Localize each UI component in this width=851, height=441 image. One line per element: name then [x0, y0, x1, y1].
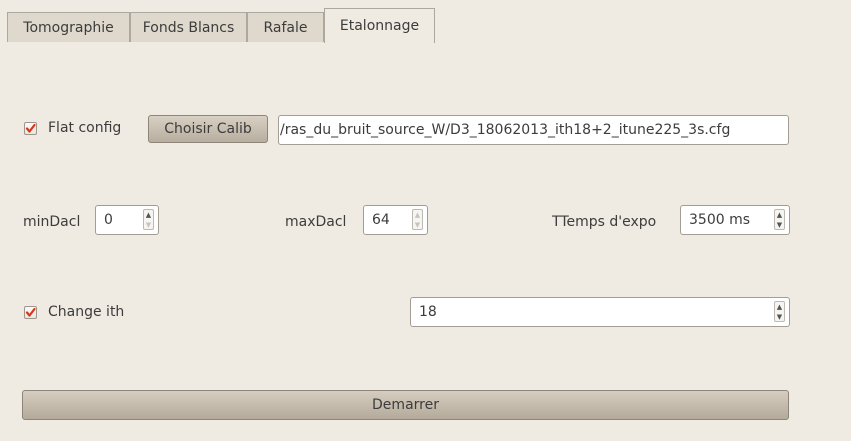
min-dacl-label: minDacl — [23, 214, 81, 230]
arrow-up-icon[interactable]: ▲ — [775, 210, 784, 220]
tab-fonds-blancs[interactable]: Fonds Blancs — [130, 12, 247, 42]
tab-rafale[interactable]: Rafale — [247, 12, 324, 42]
start-button[interactable]: Demarrer — [22, 390, 789, 420]
check-mark-icon — [25, 307, 36, 317]
exposure-time-stepper[interactable]: ▲ ▼ — [774, 209, 785, 230]
arrow-down-icon[interactable]: ▼ — [775, 220, 784, 230]
flat-config-label: Flat config — [48, 120, 122, 136]
arrow-up-icon[interactable]: ▲ — [144, 210, 153, 220]
max-dacl-spinbox[interactable]: 64 ▲ ▼ — [363, 205, 428, 235]
min-dacl-stepper[interactable]: ▲ ▼ — [143, 209, 154, 230]
arrow-up-icon[interactable]: ▲ — [775, 302, 784, 312]
arrow-down-icon[interactable]: ▼ — [144, 220, 153, 230]
ith-value-stepper[interactable]: ▲ ▼ — [774, 301, 785, 322]
change-ith-label: Change ith — [48, 304, 125, 320]
arrow-down-icon[interactable]: ▼ — [413, 220, 422, 230]
flat-config-checkbox[interactable] — [24, 122, 37, 135]
max-dacl-stepper[interactable]: ▲ ▼ — [412, 209, 423, 230]
ith-value-spinbox[interactable]: 18 ▲ ▼ — [410, 297, 790, 327]
ith-value: 18 — [419, 304, 437, 320]
exposure-time-spinbox[interactable]: 3500 ms ▲ ▼ — [680, 205, 790, 235]
choose-calib-button[interactable]: Choisir Calib — [148, 115, 268, 143]
min-dacl-value: 0 — [104, 212, 113, 228]
exposure-time-label: TTemps d'expo — [552, 214, 657, 230]
max-dacl-value: 64 — [372, 212, 390, 228]
change-ith-checkbox[interactable] — [24, 306, 37, 319]
calib-file-path-field[interactable]: /ras_du_bruit_source_W/D3_18062013_ith18… — [278, 115, 789, 145]
arrow-up-icon[interactable]: ▲ — [413, 210, 422, 220]
etalonnage-panel: Flat config Choisir Calib /ras_du_bruit_… — [7, 42, 851, 441]
min-dacl-spinbox[interactable]: 0 ▲ ▼ — [95, 205, 159, 235]
max-dacl-label: maxDacl — [285, 214, 347, 230]
check-mark-icon — [25, 123, 36, 133]
tab-bar: Tomographie Fonds Blancs Rafale Etalonna… — [7, 8, 851, 43]
tab-etalonnage[interactable]: Etalonnage — [324, 8, 435, 43]
exposure-time-value: 3500 ms — [689, 212, 751, 228]
arrow-down-icon[interactable]: ▼ — [775, 312, 784, 322]
tab-tomographie[interactable]: Tomographie — [7, 12, 130, 42]
calib-file-path-text: /ras_du_bruit_source_W/D3_18062013_ith18… — [280, 122, 731, 138]
